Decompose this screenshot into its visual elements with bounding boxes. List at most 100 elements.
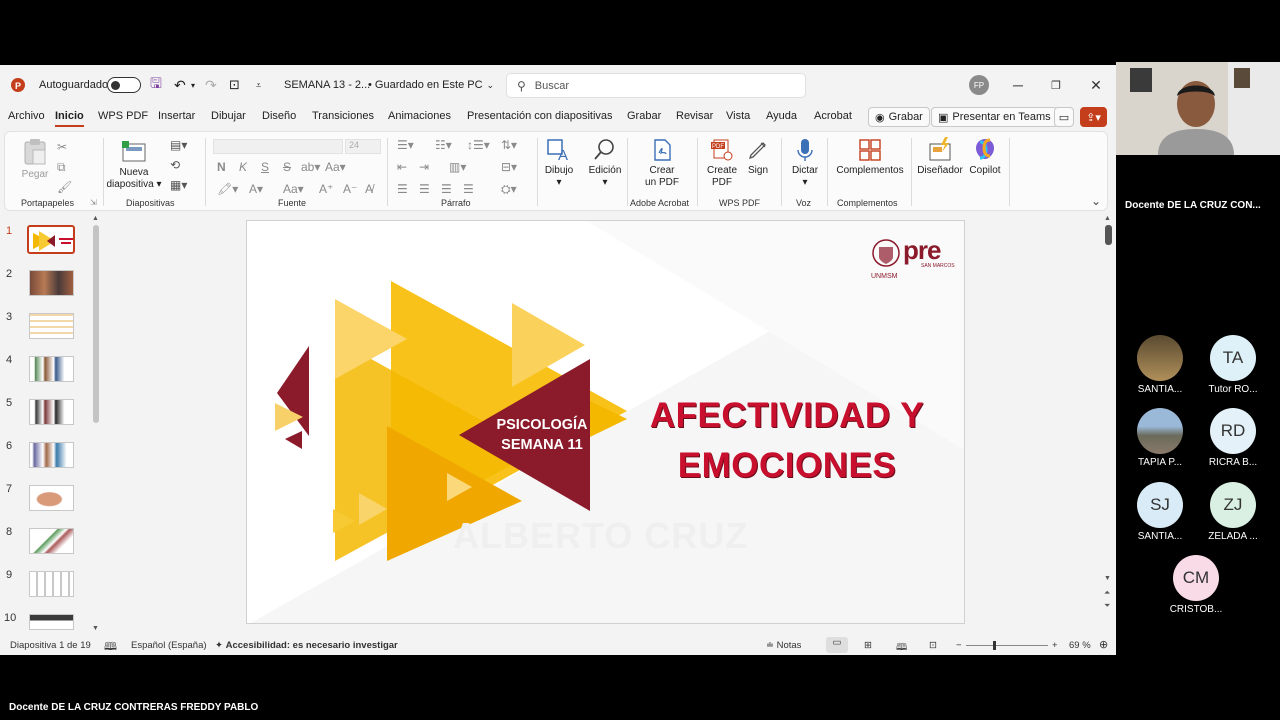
minimize-icon[interactable]: ─ <box>1008 75 1028 95</box>
comments-button[interactable]: ▭ <box>1054 107 1074 127</box>
present-teams-button[interactable]: ▣ Presentar en Teams <box>931 107 1058 127</box>
tab-insertar[interactable]: Insertar <box>158 110 195 122</box>
close-icon[interactable]: ✕ <box>1086 75 1106 95</box>
line-spacing-icon[interactable]: ↕☰▾ <box>467 138 490 152</box>
zoom-in-icon[interactable]: + <box>1052 640 1058 651</box>
zoom-level[interactable]: 69 % <box>1069 640 1091 651</box>
zoom-slider[interactable] <box>966 645 1048 646</box>
tab-revisar[interactable]: Revisar <box>676 110 713 122</box>
undo-icon[interactable]: ↶ <box>174 65 186 105</box>
canvas-scrollbar[interactable] <box>1105 225 1112 245</box>
align-center-icon[interactable]: ☰ <box>419 182 430 196</box>
zoom-out-icon[interactable]: − <box>956 640 962 651</box>
participant-tile[interactable]: SJ SANTIA... <box>1125 482 1195 542</box>
user-avatar[interactable]: FP <box>969 75 989 95</box>
new-slide-button[interactable]: Nueva diapositiva ▾ <box>105 140 163 191</box>
participant-tile[interactable]: CM CRISTOB... <box>1161 555 1231 615</box>
participant-tile[interactable]: SANTIA... <box>1125 335 1195 395</box>
share-button[interactable]: ⇪▾ <box>1080 107 1107 127</box>
next-slide-icon[interactable]: ⏷ <box>1104 601 1110 611</box>
undo-dropdown-icon[interactable]: ▾ <box>191 65 195 105</box>
customize-toolbar-icon[interactable]: ⩡ <box>256 65 261 105</box>
participant-tile[interactable]: RD RICRA B... <box>1198 408 1268 468</box>
create-pdf-button[interactable]: Crear un PDF <box>637 138 687 189</box>
slide-canvas[interactable]: ALBERTO CRUZ PSICOLOGÍA SEMANA 11 AFECTI… <box>246 220 965 624</box>
strikethrough-button[interactable]: S <box>283 160 291 174</box>
slide-sorter-icon[interactable]: ⊞ <box>864 640 872 651</box>
tab-ayuda[interactable]: Ayuda <box>766 110 797 122</box>
scroll-down-icon[interactable]: ▼ <box>1104 575 1111 582</box>
save-icon[interactable]: 🖫 <box>150 65 162 105</box>
highlight-icon[interactable]: 🖍▾ <box>217 182 238 196</box>
redo-icon[interactable]: ↷ <box>205 65 217 105</box>
accessibility-status[interactable]: ✦ Accesibilidad: es necesario investigar <box>215 640 398 651</box>
align-left-icon[interactable]: ☰ <box>397 182 408 196</box>
slideshow-icon[interactable]: ⊡ <box>929 640 937 651</box>
language[interactable]: Español (España) <box>131 640 207 651</box>
previous-slide-icon[interactable]: ⏶ <box>1104 588 1110 598</box>
dictate-button[interactable]: Dictar ▾ <box>787 138 823 189</box>
scroll-down-icon[interactable]: ▼ <box>92 625 99 632</box>
search-input[interactable]: ⚲ Buscar <box>506 73 806 98</box>
tab-dibujar[interactable]: Dibujar <box>211 110 246 122</box>
participant-tile[interactable]: ZJ ZELADA ... <box>1198 482 1268 542</box>
justify-icon[interactable]: ☰ <box>463 182 474 196</box>
sign-button[interactable]: Sign <box>743 138 773 177</box>
tab-wps-pdf[interactable]: WPS PDF <box>98 110 148 122</box>
reset-icon[interactable]: ⟲ <box>170 158 180 172</box>
change-case-icon[interactable]: Aa▾ <box>325 160 346 174</box>
font-name-select[interactable] <box>213 139 343 154</box>
tab-acrobat[interactable]: Acrobat <box>814 110 852 122</box>
thumbnail-slide-9[interactable] <box>29 571 74 597</box>
copy-icon[interactable]: ⧉ <box>57 160 66 175</box>
tab-presentacion[interactable]: Presentación con diapositivas <box>467 110 613 122</box>
designer-button[interactable]: Diseñador <box>915 136 965 177</box>
thumbnail-slide-4[interactable] <box>29 356 74 382</box>
paste-button[interactable]: Pegar <box>21 138 49 181</box>
autosave-toggle[interactable] <box>107 65 141 105</box>
thumbnail-scrollbar[interactable] <box>93 225 99 423</box>
presenter-video[interactable] <box>1116 62 1280 155</box>
wps-create-pdf-button[interactable]: PDF Create PDF <box>703 138 741 189</box>
thumbnail-slide-5[interactable] <box>29 399 74 425</box>
tab-animaciones[interactable]: Animaciones <box>388 110 451 122</box>
align-right-icon[interactable]: ☰ <box>441 182 452 196</box>
copilot-button[interactable]: Copilot <box>967 136 1003 177</box>
clear-format-icon[interactable]: A̸ <box>365 182 373 196</box>
cut-icon[interactable]: ✂ <box>57 140 67 154</box>
shrink-font-icon[interactable]: A⁻ <box>343 182 357 196</box>
bold-button[interactable]: N <box>217 160 226 174</box>
columns-icon[interactable]: ▥▾ <box>449 160 466 174</box>
thumbnail-slide-10[interactable] <box>29 614 74 630</box>
scroll-up-icon[interactable]: ▲ <box>1104 215 1111 222</box>
restore-icon[interactable]: ❐ <box>1046 75 1066 95</box>
present-icon[interactable]: ⊡ <box>229 65 240 105</box>
underline-button[interactable]: S <box>261 160 269 174</box>
thumbnail-slide-1[interactable] <box>27 225 75 254</box>
text-case-icon[interactable]: Aa▾ <box>283 182 304 196</box>
tab-archivo[interactable]: Archivo <box>8 110 45 122</box>
collapse-ribbon-icon[interactable]: ⌄ <box>1091 194 1101 208</box>
spacing-icon[interactable]: ab▾ <box>301 160 320 174</box>
italic-button[interactable]: K <box>239 160 247 174</box>
align-text-icon[interactable]: ⊟▾ <box>501 160 517 174</box>
font-color-icon[interactable]: A▾ <box>249 182 263 196</box>
book-icon[interactable]: 🕮 <box>104 638 117 655</box>
layout-icon[interactable]: ▤▾ <box>170 138 187 152</box>
format-painter-icon[interactable]: 🖌 <box>57 180 72 194</box>
dialog-launcher-icon[interactable]: ⇲ <box>90 198 97 207</box>
section-icon[interactable]: ▦▾ <box>170 178 187 192</box>
smartart-icon[interactable]: ⛭▾ <box>501 182 517 197</box>
numbering-icon[interactable]: ☷▾ <box>435 138 452 152</box>
bullets-icon[interactable]: ☰▾ <box>397 138 414 152</box>
thumbnail-slide-2[interactable] <box>29 270 74 296</box>
participant-tile[interactable]: TA Tutor RO... <box>1198 335 1268 395</box>
normal-view-icon[interactable]: ▭ <box>826 637 848 653</box>
thumbnail-slide-8[interactable] <box>29 528 74 554</box>
notes-button[interactable]: ≐ Notas <box>766 640 801 651</box>
text-direction-icon[interactable]: ⇅▾ <box>501 138 517 152</box>
decrease-indent-icon[interactable]: ⇤ <box>397 160 407 174</box>
tab-grabar[interactable]: Grabar <box>627 110 661 122</box>
save-status[interactable]: • Guardado en Este PC ⌄ <box>368 65 494 105</box>
thumbnail-slide-7[interactable] <box>29 485 74 511</box>
